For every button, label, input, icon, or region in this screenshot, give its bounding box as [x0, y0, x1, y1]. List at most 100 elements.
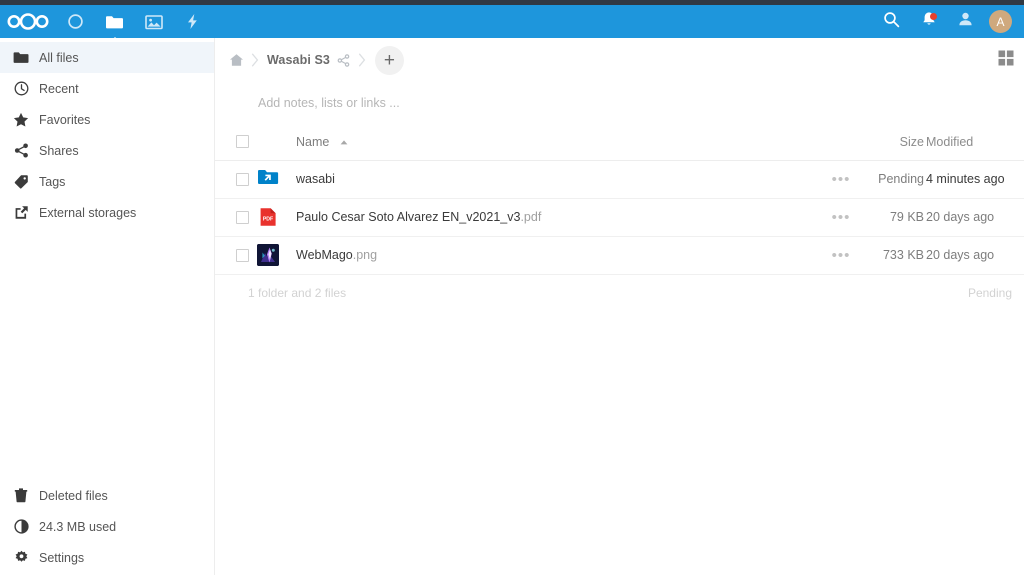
file-name: Paulo Cesar Soto Alvarez EN_v2021_v3	[296, 210, 521, 224]
contacts-icon	[957, 11, 974, 32]
summary-count: 1 folder and 2 files	[248, 285, 347, 300]
png-image-thumbnail	[257, 244, 279, 266]
clock-icon	[9, 77, 33, 101]
column-header-name[interactable]: Name	[293, 124, 816, 161]
avatar[interactable]: A	[989, 10, 1012, 33]
folder-icon	[105, 14, 124, 30]
photos-icon	[144, 14, 163, 30]
file-extension: .png	[352, 248, 378, 262]
row-size: 79 KB	[866, 198, 926, 237]
table-row[interactable]: PDF Paulo Cesar Soto Alvarez EN_v2021_v3…	[215, 198, 1024, 237]
ellipsis-icon: •••	[831, 208, 851, 226]
add-new-button[interactable]: +	[374, 45, 404, 75]
sidebar-item-label: Favorites	[39, 112, 91, 127]
trash-icon	[9, 484, 33, 508]
sidebar-item-quota[interactable]: 24.3 MB used	[0, 511, 214, 542]
files-table-head: Name Size Modified	[215, 124, 1024, 161]
search-icon	[883, 11, 900, 33]
notes-field[interactable]: Add notes, lists or links ...	[215, 82, 1024, 124]
row-select-cell[interactable]	[215, 236, 257, 275]
nav-item-photos[interactable]	[134, 5, 173, 38]
contacts-button[interactable]	[947, 5, 984, 38]
table-header-row: Name Size Modified	[215, 124, 1024, 161]
row-name-cell[interactable]: Paulo Cesar Soto Alvarez EN_v2021_v3.pdf	[293, 198, 816, 237]
notifications-button[interactable]	[910, 5, 947, 38]
nextcloud-logo-icon[interactable]	[0, 13, 56, 30]
files-table: Name Size Modified wasabi ••• Pending 4 …	[215, 124, 1024, 275]
sidebar-item-recent[interactable]: Recent	[0, 73, 214, 104]
nav-item-files[interactable]	[95, 5, 134, 38]
row-checkbox[interactable]	[236, 210, 249, 224]
external-folder-icon	[257, 169, 279, 192]
row-select-cell[interactable]	[215, 198, 257, 237]
sidebar: All files Recent Favorites Shares Tags E…	[0, 38, 215, 575]
breadcrumb-current[interactable]: Wasabi S3	[263, 53, 334, 67]
sidebar-bottom-nav: Deleted files 24.3 MB used Settings	[0, 480, 214, 573]
row-actions-button[interactable]: •••	[816, 198, 866, 237]
sidebar-item-deleted-files[interactable]: Deleted files	[0, 480, 214, 511]
star-icon	[9, 108, 33, 132]
select-all-cell[interactable]	[215, 124, 257, 161]
files-controls: Wasabi S3 +	[215, 38, 1024, 82]
sidebar-item-label: Shares	[39, 143, 79, 158]
row-name-cell[interactable]: WebMago.png	[293, 236, 816, 275]
row-modified: 20 days ago	[926, 198, 1024, 237]
summary-size: Pending	[967, 285, 1012, 300]
circle-dashboard-icon	[67, 13, 84, 30]
row-icon-cell	[257, 236, 293, 275]
ellipsis-icon: •••	[831, 170, 851, 188]
row-checkbox[interactable]	[236, 172, 249, 186]
folder-icon	[9, 46, 33, 70]
chevron-right-icon	[247, 53, 263, 67]
sidebar-item-label: Tags	[39, 174, 66, 189]
search-button[interactable]	[873, 5, 910, 38]
icon-header-cell	[257, 124, 293, 161]
file-extension: .pdf	[520, 210, 542, 224]
nextcloud-files-app: A All files Recent Favorites Shares Tags…	[0, 0, 1024, 575]
share-icon	[9, 139, 33, 163]
ellipsis-icon: •••	[831, 246, 851, 264]
sidebar-item-settings[interactable]: Settings	[0, 542, 214, 573]
sidebar-item-label: 24.3 MB used	[39, 519, 117, 534]
grid-view-toggle[interactable]	[995, 49, 1017, 71]
table-row[interactable]: wasabi ••• Pending 4 minutes ago	[215, 160, 1024, 199]
column-header-size[interactable]: Size	[866, 124, 926, 161]
files-table-body: wasabi ••• Pending 4 minutes ago PDF Pau…	[215, 160, 1024, 275]
select-all-checkbox[interactable]	[236, 135, 249, 149]
sidebar-item-label: Recent	[39, 81, 79, 96]
quota-pie-icon	[9, 515, 33, 539]
home-icon[interactable]	[225, 49, 247, 71]
nav-item-dashboard[interactable]	[56, 5, 95, 38]
grid-view-icon	[998, 50, 1014, 71]
header-actions: A	[873, 5, 1024, 38]
row-actions-button[interactable]: •••	[816, 160, 866, 199]
main-content: Wasabi S3 + Add notes, lists or links ..…	[215, 38, 1024, 575]
caret-up-icon	[340, 134, 348, 148]
svg-text:PDF: PDF	[263, 216, 273, 222]
sidebar-item-external-storages[interactable]: External storages	[0, 197, 214, 228]
column-header-modified[interactable]: Modified	[926, 124, 1024, 161]
sidebar-item-label: All files	[39, 50, 79, 65]
row-modified: 4 minutes ago	[926, 160, 1024, 199]
row-actions-button[interactable]: •••	[816, 236, 866, 275]
sidebar-item-favorites[interactable]: Favorites	[0, 104, 214, 135]
sidebar-item-all-files[interactable]: All files	[0, 42, 214, 73]
row-checkbox[interactable]	[236, 248, 249, 262]
share-icon[interactable]	[334, 51, 354, 69]
table-row[interactable]: WebMago.png ••• 733 KB 20 days ago	[215, 236, 1024, 275]
header-nav	[56, 5, 212, 38]
row-select-cell[interactable]	[215, 160, 257, 199]
breadcrumb: Wasabi S3 +	[215, 45, 404, 75]
row-name-cell[interactable]: wasabi	[293, 160, 816, 199]
notification-badge	[930, 13, 937, 20]
sidebar-item-shares[interactable]: Shares	[0, 135, 214, 166]
row-size: Pending	[866, 160, 926, 199]
sidebar-item-tags[interactable]: Tags	[0, 166, 214, 197]
sidebar-item-label: External storages	[39, 205, 137, 220]
external-link-icon	[9, 201, 33, 225]
actions-header-cell	[816, 124, 866, 161]
nav-item-activity[interactable]	[173, 5, 212, 38]
sidebar-item-label: Deleted files	[39, 488, 108, 503]
notes-placeholder: Add notes, lists or links ...	[258, 96, 400, 110]
files-summary: 1 folder and 2 files Pending	[215, 275, 1024, 311]
